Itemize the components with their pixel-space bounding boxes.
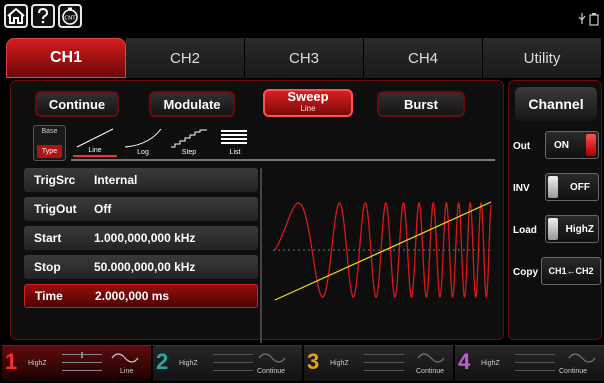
- panel-divider: [260, 168, 262, 343]
- copy-value: CH1←CH2: [548, 266, 594, 276]
- out-value: ON: [554, 139, 569, 151]
- param-stop[interactable]: Stop 50.000,000,00 kHz: [24, 255, 258, 279]
- bottom-channel-bar: 1 HighZ Line 2 HighZ Continue 3 HighZ Co…: [0, 344, 604, 383]
- type-row-divider: [71, 159, 495, 161]
- sweep-type-log-label: Log: [137, 149, 149, 156]
- list-icon: [221, 130, 247, 144]
- sweep-type-line-label: Line: [88, 147, 102, 154]
- channel-mode: Continue: [257, 368, 286, 375]
- tab-ch1[interactable]: CH1: [6, 38, 126, 78]
- channel-slot-2[interactable]: 2 HighZ Continue: [153, 345, 302, 381]
- cnt-icon[interactable]: CNT: [58, 4, 82, 28]
- toggle-knob: [548, 176, 558, 198]
- param-time[interactable]: Time 2.000,000 ms: [24, 284, 258, 308]
- burst-button[interactable]: Burst: [377, 91, 465, 117]
- log-curve-icon: [124, 128, 162, 148]
- channel-tabs: CH1 CH2 CH3 CH4 Utility: [6, 38, 602, 78]
- channel-load: HighZ: [330, 360, 349, 367]
- channel-mode: Continue: [559, 368, 588, 375]
- linear-ramp-icon: [76, 128, 114, 148]
- copy-label: Copy: [513, 267, 538, 278]
- tab-ch3[interactable]: CH3: [245, 38, 364, 78]
- param-value: 2.000,000 ms: [95, 289, 170, 303]
- status-icons: [578, 12, 600, 26]
- help-icon[interactable]: [31, 4, 55, 28]
- inv-toggle[interactable]: OFF: [545, 173, 599, 201]
- channel-slot-1[interactable]: 1 HighZ Line: [2, 345, 151, 381]
- toggle-knob: [548, 218, 558, 240]
- load-value: HighZ: [565, 223, 594, 235]
- load-label: Load: [513, 225, 537, 236]
- usb-icon: [578, 13, 586, 24]
- channel-panel: Channel Out ON INV OFF Load HighZ Copy C…: [508, 80, 602, 340]
- param-value: Off: [94, 202, 112, 216]
- load-toggle[interactable]: HighZ: [545, 215, 599, 243]
- sweep-type-log[interactable]: Log: [121, 127, 165, 157]
- param-name: Start: [34, 231, 62, 245]
- param-name: TrigSrc: [34, 173, 76, 187]
- sweep-button[interactable]: Sweep Line: [263, 89, 353, 117]
- channel-mode: Continue: [416, 368, 445, 375]
- param-start[interactable]: Start 1.000,000,000 kHz: [24, 226, 258, 250]
- out-label: Out: [513, 141, 531, 152]
- type-label: Type: [37, 145, 62, 158]
- sweep-type-list[interactable]: List: [213, 127, 257, 157]
- channel-slot-3[interactable]: 3 HighZ Continue: [304, 345, 453, 381]
- channel-load: HighZ: [179, 360, 198, 367]
- sweep-waveform-display: [273, 201, 493, 301]
- level-bars-icon: [364, 354, 404, 371]
- copy-button[interactable]: CH1←CH2: [541, 257, 601, 285]
- channel-number: 2: [156, 349, 169, 374]
- sine-wave-icon: [568, 353, 596, 363]
- level-bars-icon: [62, 352, 102, 371]
- inv-value: OFF: [570, 181, 590, 193]
- sine-wave-icon: [111, 353, 139, 363]
- battery-icon: [589, 13, 599, 26]
- sine-wave-icon: [417, 353, 445, 363]
- channel-number: 4: [458, 349, 471, 374]
- out-toggle[interactable]: ON: [545, 131, 599, 159]
- tab-ch4[interactable]: CH4: [364, 38, 483, 78]
- sweep-type-step-label: Step: [181, 149, 197, 156]
- param-value: 1.000,000,000 kHz: [94, 231, 196, 245]
- level-bars-icon: [213, 354, 253, 371]
- channel-number: 3: [307, 349, 320, 374]
- sine-wave-icon: [258, 353, 286, 363]
- base-label: Base: [41, 128, 58, 135]
- continue-button[interactable]: Continue: [35, 91, 119, 117]
- channel-load: HighZ: [481, 360, 500, 367]
- level-bars-icon: [515, 354, 555, 371]
- sweep-label: Sweep: [287, 89, 329, 104]
- param-trigsrc[interactable]: TrigSrc Internal: [24, 168, 258, 192]
- toggle-knob: [586, 134, 596, 156]
- param-name: Stop: [34, 260, 61, 274]
- sweep-type-step[interactable]: Step: [167, 127, 211, 157]
- param-trigout[interactable]: TrigOut Off: [24, 197, 258, 221]
- inv-label: INV: [513, 183, 530, 194]
- channel-number: 1: [5, 349, 18, 374]
- sweep-sublabel: Line: [300, 104, 316, 113]
- sweep-type-list-label: List: [229, 149, 241, 156]
- channel-mode: Line: [120, 368, 134, 375]
- channel-load: HighZ: [28, 360, 47, 367]
- home-icon[interactable]: [4, 4, 28, 28]
- param-name: Time: [35, 289, 63, 303]
- step-icon: [171, 129, 207, 148]
- channel-title: Channel: [515, 87, 597, 121]
- sweep-type-line[interactable]: Line: [73, 127, 117, 157]
- param-name: TrigOut: [34, 202, 77, 216]
- svg-text:CNT: CNT: [64, 16, 76, 22]
- tab-utility[interactable]: Utility: [483, 38, 602, 78]
- top-bar: CNT: [0, 0, 604, 36]
- modulate-button[interactable]: Modulate: [149, 91, 235, 117]
- tab-ch2[interactable]: CH2: [126, 38, 245, 78]
- channel-slot-4[interactable]: 4 HighZ Continue: [455, 345, 604, 381]
- param-value: Internal: [94, 173, 138, 187]
- param-value: 50.000,000,00 kHz: [94, 260, 196, 274]
- base-type-toggle[interactable]: Base Type: [33, 125, 66, 161]
